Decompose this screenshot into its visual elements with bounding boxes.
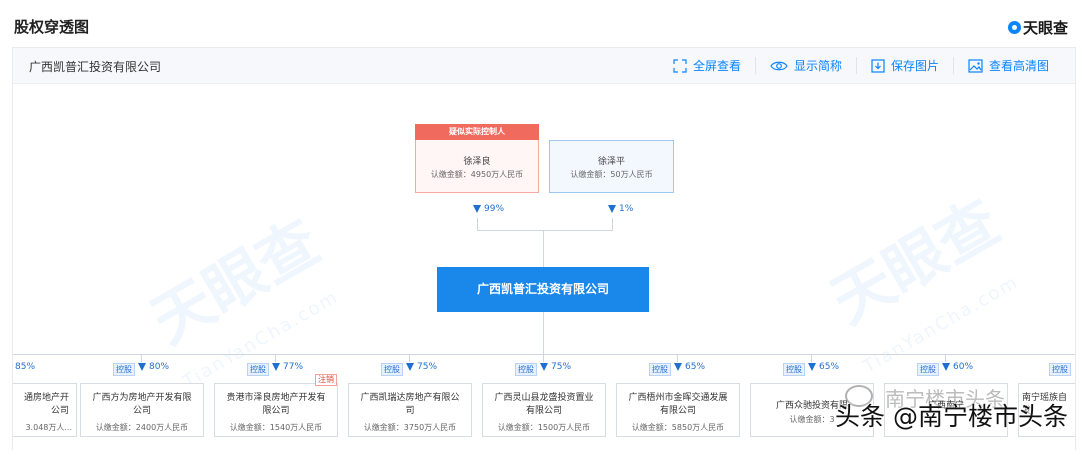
subsidiary-name: 广西梧州市金晖交通发展 有限公司	[628, 393, 728, 416]
subsidiary-name: 广西凯瑞达房地产有限公 司	[360, 393, 460, 416]
fullscreen-button[interactable]: 全屏查看	[659, 57, 755, 74]
toolbar-company-name: 广西凯普汇投资有限公司	[29, 60, 162, 74]
subsidiary-card[interactable]: 广西灵山县龙盛投资置业 有限公司 认缴金额：1500万人民币	[482, 383, 606, 437]
subsidiary-card[interactable]: 广西凯瑞达房地产有限公 司 认缴金额：3750万人民币	[348, 383, 472, 437]
arrow-down-icon	[540, 363, 548, 371]
image-icon	[968, 58, 983, 73]
connector	[543, 230, 544, 267]
control-tag: 控股	[649, 363, 671, 376]
subsidiary-percent: 65%	[674, 362, 705, 372]
eye-icon	[770, 61, 788, 70]
connector	[543, 354, 544, 362]
watermark-logo: 天眼查	[140, 206, 332, 358]
brand-logo[interactable]: 天眼查	[1007, 17, 1068, 38]
toolbar-actions: 全屏查看 显示简称 保存图片 查看高清图	[659, 57, 1063, 74]
connector	[409, 354, 410, 362]
control-tag: 控股	[783, 363, 805, 376]
overlay-watermark: 头条 @南宁楼市头条	[835, 402, 1068, 431]
connector	[275, 354, 276, 362]
control-tag: 控股	[515, 363, 537, 376]
fullscreen-label: 全屏查看	[692, 59, 741, 73]
subsidiary-amount: 认缴金额：2400万人民币	[95, 423, 189, 432]
page-title: 股权穿透图	[14, 18, 90, 36]
subsidiary-amount: 认缴金额：3750万人民币	[363, 423, 457, 432]
main-company-node[interactable]: 广西凯普汇投资有限公司	[437, 267, 649, 312]
control-tag: 控股	[113, 363, 135, 376]
connector	[677, 354, 678, 362]
actual-controller-tag: 疑似实际控制人	[415, 124, 539, 140]
subsidiary-amount: 认缴金额：1500万人民币	[497, 423, 591, 432]
subsidiary-card[interactable]: 注销 贵港市泽良房地产开发有 限公司 认缴金额：1540万人民币	[214, 374, 338, 437]
connector	[477, 230, 613, 231]
shareholder-amount: 认缴金额：50万人民币	[570, 170, 653, 179]
arrow-down-icon	[942, 363, 950, 371]
brand-name: 天眼查	[1022, 19, 1068, 37]
subsidiary-card[interactable]: 广西方为房地产开发有限 公司 认缴金额：2400万人民币	[80, 383, 204, 437]
arrow-down-icon	[272, 363, 280, 371]
fullscreen-icon	[673, 58, 687, 73]
subsidiary-amount: 认缴金额：1540万人民币	[229, 423, 323, 432]
subsidiary-amount: 3.048万人...	[25, 423, 72, 432]
subsidiary-card[interactable]: 广西梧州市金晖交通发展 有限公司 认缴金额：5850万人民币	[616, 383, 740, 437]
shareholder-percent: 99%	[473, 204, 504, 214]
subsidiary-name: 通房地产开 公司	[23, 393, 69, 416]
subsidiary-percent: 75%	[406, 362, 437, 372]
subsidiary-amount: 认缴金额：5850万人民币	[631, 423, 725, 432]
arrow-down-icon	[608, 205, 616, 213]
tianyancha-logo-icon	[1007, 21, 1021, 34]
subsidiary-card[interactable]: 通房地产开 公司 3.048万人...	[13, 383, 77, 437]
shareholder-card[interactable]: 徐泽平 认缴金额：50万人民币	[549, 140, 674, 193]
subsidiary-name: 广西方为房地产开发有限 公司	[92, 393, 192, 416]
control-tag: 控股	[247, 363, 269, 376]
subsidiary-percent: 65%	[808, 362, 839, 372]
save-image-label: 保存图片	[890, 59, 939, 73]
arrow-down-icon	[674, 363, 682, 371]
shareholder-card[interactable]: 疑似实际控制人 徐泽良 认缴金额：4950万人民币	[415, 124, 539, 193]
cancelled-badge: 注销	[315, 374, 337, 386]
control-tag: 控股	[381, 363, 403, 376]
arrow-down-icon	[808, 363, 816, 371]
connector	[543, 312, 544, 354]
connector	[945, 354, 946, 362]
arrow-down-icon	[138, 363, 146, 371]
hd-image-label: 查看高清图	[988, 59, 1049, 73]
shareholder-name: 徐泽良	[463, 157, 491, 167]
connector	[13, 354, 1075, 355]
shareholder-amount: 认缴金额：4950万人民币	[430, 170, 524, 179]
subsidiary-percent: 80%	[138, 362, 169, 372]
subsidiary-name: 广西灵山县龙盛投资置业 有限公司	[494, 393, 594, 416]
connector	[477, 218, 478, 230]
subsidiary-percent: 77%	[272, 362, 303, 372]
show-abbr-label: 显示简称	[793, 59, 842, 73]
arrow-down-icon	[406, 363, 414, 371]
show-abbr-button[interactable]: 显示简称	[754, 57, 856, 74]
subsidiary-percent: 75%	[540, 362, 571, 372]
chart-toolbar: 广西凯普汇投资有限公司 全屏查看 显示简称 保存图片 查看高清图	[13, 48, 1075, 84]
shareholder-name: 徐泽平	[597, 157, 625, 167]
shareholder-percent: 1%	[608, 204, 633, 214]
subsidiary-name: 贵港市泽良房地产开发有 限公司	[226, 393, 326, 416]
connector	[811, 354, 812, 362]
connector	[141, 354, 142, 362]
hd-image-button[interactable]: 查看高清图	[952, 57, 1063, 74]
save-image-button[interactable]: 保存图片	[855, 57, 953, 74]
arrow-down-icon	[473, 205, 481, 213]
subsidiary-percent: 60%	[942, 362, 973, 372]
control-tag: 控股	[917, 363, 939, 376]
connector	[612, 218, 613, 230]
control-tag: 控股	[1049, 363, 1071, 376]
subsidiary-percent: 85%	[15, 362, 36, 372]
watermark-logo: 天眼查	[820, 186, 1012, 338]
download-icon	[871, 58, 885, 73]
